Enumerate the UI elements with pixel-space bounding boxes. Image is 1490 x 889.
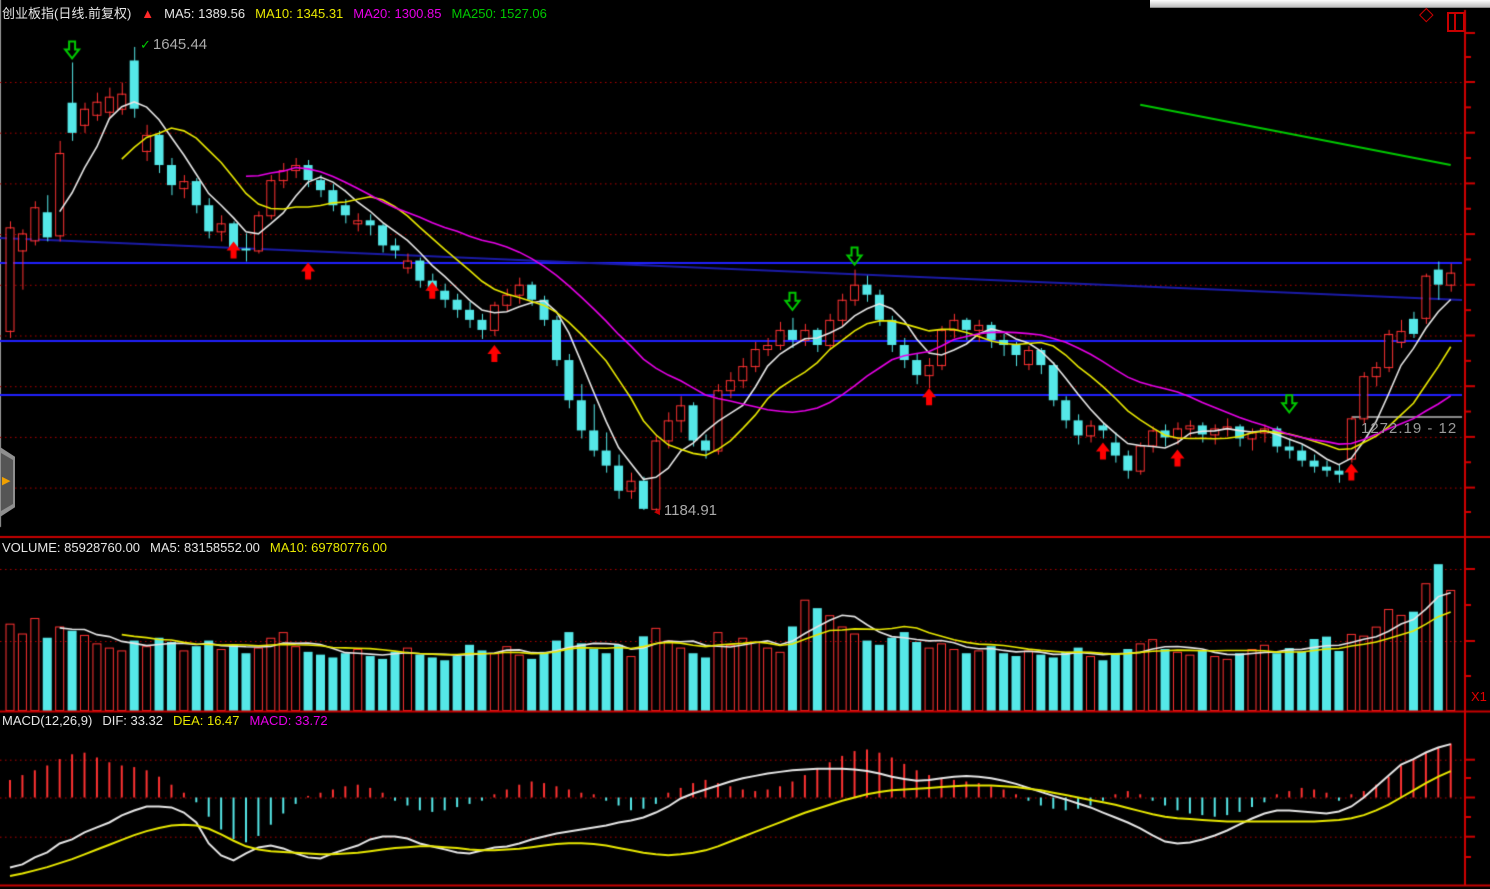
ma20-value: MA20: 1300.85	[353, 6, 441, 21]
high-price-label: ✓1645.44	[140, 37, 207, 53]
diamond-icon[interactable]: ◇	[1419, 7, 1434, 23]
chart-canvas[interactable]	[0, 0, 1490, 889]
volume-value: VOLUME: 85928760.00	[2, 540, 140, 555]
ma10-value: MA10: 1345.31	[255, 6, 343, 21]
chart-title: 创业板指(日线.前复权)	[2, 6, 131, 21]
low-price-label: ◄1184.91	[652, 503, 717, 521]
price-pane-header: 创业板指(日线.前复权) ▲ MA5: 1389.56 MA10: 1345.31 MA…	[2, 6, 557, 22]
split-window-icon[interactable]	[1447, 12, 1465, 32]
split-window-divider	[1454, 14, 1456, 30]
low-marker-icon: ◄	[652, 507, 662, 518]
sidebar-expand-tab[interactable]: ▶	[0, 447, 15, 517]
ma5-value: MA5: 1389.56	[164, 6, 245, 21]
macd-formula: MACD(12,26,9)	[2, 713, 92, 728]
dea-value: DEA: 16.47	[173, 713, 240, 728]
macd-pane-header: MACD(12,26,9) DIF: 33.32 DEA: 16.47 MACD: 3…	[2, 713, 338, 729]
trend-up-arrow-icon: ▲	[141, 6, 154, 21]
volume-pane-header: VOLUME: 85928760.00 MA5: 83158552.00 MA10:…	[2, 540, 397, 556]
stock-chart-app: ◇ 创业板指(日线.前复权) ▲ MA5: 1389.56 MA10: 1345.31…	[0, 0, 1490, 889]
macd-value: MACD: 33.72	[250, 713, 328, 728]
dif-value: DIF: 33.32	[102, 713, 163, 728]
volume-ma10-value: MA10: 69780776.00	[270, 540, 387, 555]
expand-arrow-icon: ▶	[2, 473, 10, 489]
ma250-value: MA250: 1527.06	[451, 6, 546, 21]
pane-id-badge: X1	[1471, 689, 1487, 705]
crosshair-price-label: 1272.19 - 12	[1361, 421, 1457, 437]
window-titlebar-strip	[1150, 0, 1490, 8]
volume-ma5-value: MA5: 83158552.00	[150, 540, 260, 555]
check-icon: ✓	[140, 37, 151, 52]
